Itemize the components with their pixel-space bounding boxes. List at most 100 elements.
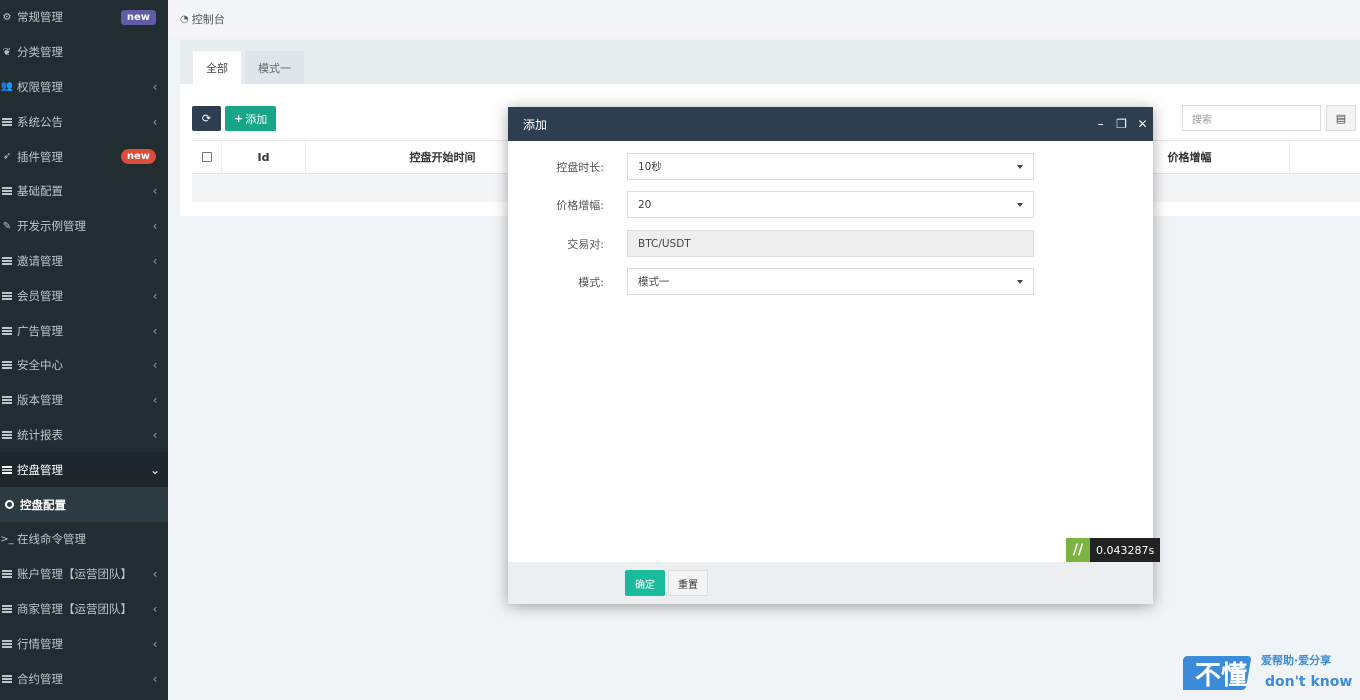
- close-icon[interactable]: ✕: [1132, 117, 1153, 131]
- list-icon: [0, 254, 14, 268]
- list-icon: [0, 428, 14, 442]
- chevron-left-icon: ‹: [152, 253, 158, 268]
- mode-select[interactable]: 模式一: [627, 268, 1034, 295]
- select-all-cell: [192, 141, 222, 173]
- sidebar-item-member[interactable]: 会员管理 ‹: [0, 278, 168, 313]
- list-icon: [0, 567, 14, 581]
- list-icon: [0, 324, 14, 338]
- sidebar-item-general[interactable]: ⚙ 常规管理 new: [0, 0, 168, 35]
- add-button-label: 添加: [245, 112, 268, 126]
- sidebar-item-category[interactable]: ❦ 分类管理: [0, 35, 168, 70]
- list-icon: [0, 184, 14, 198]
- list-icon: [0, 393, 14, 407]
- chevron-left-icon: ‹: [152, 393, 158, 408]
- sidebar-item-ad[interactable]: 广告管理 ‹: [0, 313, 168, 348]
- tab-mode-one[interactable]: 模式一: [245, 51, 304, 84]
- chevron-left-icon: ‹: [152, 567, 158, 582]
- columns-button[interactable]: ▤: [1326, 105, 1356, 131]
- svg-text:不懂: 不懂: [1195, 661, 1247, 691]
- price-select[interactable]: 20: [627, 191, 1034, 218]
- form-row-mode: 模式: 模式一: [508, 268, 1153, 295]
- modal-footer: 确定 重置: [508, 562, 1153, 604]
- toolbar: ⟳ + 添加: [192, 106, 277, 131]
- breadcrumb-label[interactable]: 控制台: [192, 11, 225, 27]
- search-input[interactable]: 搜索: [1182, 105, 1321, 131]
- column-header-id[interactable]: Id: [222, 141, 306, 173]
- timer-value: 0.043287s: [1090, 538, 1161, 562]
- chevron-left-icon: ‹: [152, 636, 158, 651]
- add-modal: 添加 – ❐ ✕ 控盘时长: 10秒 价格增幅: 20 交易对: BTC/USD…: [508, 107, 1161, 604]
- new-badge: new: [120, 149, 156, 165]
- mode-value: 模式一: [638, 276, 670, 288]
- sidebar-item-control[interactable]: 控盘管理 ⌄: [0, 452, 168, 488]
- watermark-line1: 爱帮助·爱分享: [1261, 653, 1331, 667]
- list-icon: [0, 637, 14, 651]
- terminal-icon: >_: [0, 533, 14, 545]
- caret-down-icon: [1017, 280, 1023, 284]
- price-value: 20: [638, 198, 652, 211]
- rocket-icon: ➶: [2, 151, 12, 163]
- chevron-left-icon: ‹: [152, 79, 158, 94]
- breadcrumb: ◔ 控制台: [168, 0, 1360, 38]
- pair-field[interactable]: BTC/USDT: [627, 230, 1034, 257]
- list-icon: [0, 463, 14, 477]
- columns-icon: ▤: [1335, 111, 1347, 125]
- new-badge: new: [120, 9, 156, 25]
- form-row-pair: 交易对: BTC/USDT: [508, 230, 1153, 257]
- sidebar-item-command[interactable]: >_ 在线命令管理: [0, 522, 168, 557]
- cogs-icon: ⚙: [2, 11, 12, 23]
- sidebar-item-merchant[interactable]: 商家管理【运营团队】 ‹: [0, 592, 168, 627]
- tab-bar: 全部 模式一: [180, 40, 1360, 84]
- sidebar: ⚙ 常规管理 new ❦ 分类管理 👥 权限管理 ‹ 系统公告 ‹ ➶ 插件管理…: [0, 0, 168, 700]
- sidebar-item-market[interactable]: 行情管理 ‹: [0, 626, 168, 661]
- chevron-left-icon: ‹: [152, 427, 158, 442]
- chevron-left-icon: ‹: [152, 323, 158, 338]
- sidebar-item-auth[interactable]: 👥 权限管理 ‹: [0, 70, 168, 105]
- modal-header: 添加 – ❐ ✕: [508, 107, 1153, 141]
- sidebar-item-example[interactable]: ✎ 开发示例管理 ‹: [0, 209, 168, 244]
- dashboard-icon: ◔: [180, 13, 189, 25]
- chevron-down-icon: ⌄: [149, 462, 161, 477]
- leaf-icon: ❦: [2, 46, 12, 58]
- list-icon: [0, 602, 14, 616]
- duration-value: 10秒: [638, 161, 662, 173]
- caret-down-icon: [1017, 203, 1023, 207]
- maximize-icon[interactable]: ❐: [1111, 117, 1132, 131]
- chevron-left-icon: ‹: [152, 358, 158, 373]
- caret-down-icon: [1017, 165, 1023, 169]
- minimize-icon[interactable]: –: [1090, 117, 1111, 131]
- reset-button[interactable]: 重置: [668, 570, 708, 596]
- debug-timer: // 0.043287s: [1066, 538, 1161, 562]
- sidebar-item-report[interactable]: 统计报表 ‹: [0, 418, 168, 453]
- sidebar-item-contract[interactable]: 合约管理 ‹: [0, 661, 168, 696]
- sidebar-item-config[interactable]: 基础配置 ‹: [0, 174, 168, 209]
- list-icon: [0, 672, 14, 686]
- sidebar-item-account[interactable]: 账户管理【运营团队】 ‹: [0, 557, 168, 592]
- users-icon: 👥: [0, 81, 14, 93]
- confirm-button[interactable]: 确定: [625, 570, 665, 596]
- plus-icon: +: [234, 112, 244, 125]
- chevron-left-icon: ‹: [152, 671, 158, 686]
- list-icon: [0, 358, 14, 372]
- add-button[interactable]: + 添加: [225, 106, 277, 131]
- sidebar-item-control-config[interactable]: 控盘配置: [0, 487, 168, 522]
- chevron-left-icon: ‹: [152, 601, 158, 616]
- price-label: 价格增幅:: [556, 198, 604, 212]
- chevron-left-icon: ‹: [152, 288, 158, 303]
- modal-title: 添加: [523, 117, 548, 132]
- duration-label: 控盘时长:: [556, 160, 604, 174]
- sidebar-item-addon[interactable]: ➶ 插件管理 new: [0, 139, 168, 174]
- tab-all[interactable]: 全部: [193, 51, 241, 84]
- pair-value: BTC/USDT: [638, 237, 691, 250]
- refresh-button[interactable]: ⟳: [192, 106, 221, 131]
- sidebar-item-notice[interactable]: 系统公告 ‹: [0, 104, 168, 139]
- duration-select[interactable]: 10秒: [627, 153, 1034, 180]
- sidebar-item-invite[interactable]: 邀请管理 ‹: [0, 244, 168, 279]
- form-row-price: 价格增幅: 20: [508, 191, 1153, 218]
- select-all-checkbox[interactable]: [201, 152, 212, 162]
- watermark-logo: 不懂 爱帮助·爱分享 don't know: [1183, 653, 1352, 691]
- timer-logo-icon: //: [1066, 538, 1090, 562]
- circle-icon: [2, 498, 16, 512]
- sidebar-item-security[interactable]: 安全中心 ‹: [0, 348, 168, 383]
- sidebar-item-version[interactable]: 版本管理 ‹: [0, 383, 168, 418]
